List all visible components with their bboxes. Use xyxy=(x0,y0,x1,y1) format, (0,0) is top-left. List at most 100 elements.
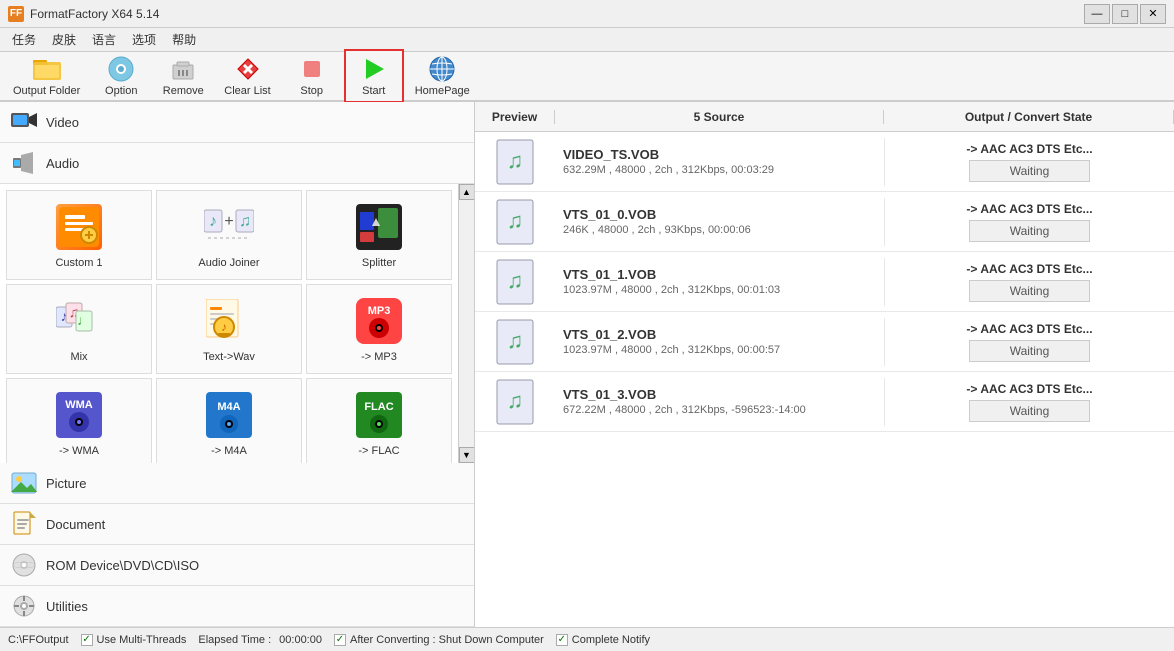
svg-text:WMA: WMA xyxy=(65,399,93,411)
category-utilities[interactable]: Utilities xyxy=(0,586,474,627)
multi-threads-item[interactable]: ✓ Use Multi-Threads xyxy=(81,634,187,646)
category-audio[interactable]: Audio xyxy=(0,143,474,184)
elapsed-label: Elapsed Time : xyxy=(198,634,271,646)
utilities-label: Utilities xyxy=(46,599,88,614)
table-row[interactable]: ♫ VTS_01_2.VOB 1023.97M , 48000 , 2ch , … xyxy=(475,312,1174,372)
scroll-down-button[interactable]: ▼ xyxy=(459,447,475,463)
waiting-button-0[interactable]: Waiting xyxy=(969,160,1091,182)
close-button[interactable]: ✕ xyxy=(1140,4,1166,24)
title-bar: FF FormatFactory X64 5.14 — □ ✕ xyxy=(0,0,1174,28)
custom-icon xyxy=(53,201,105,253)
menu-help[interactable]: 帮助 xyxy=(164,29,204,50)
svg-text:♫: ♫ xyxy=(507,388,524,413)
mix-label: Mix xyxy=(70,351,87,363)
table-row[interactable]: ♫ VIDEO_TS.VOB 632.29M , 48000 , 2ch , 3… xyxy=(475,132,1174,192)
svg-text:♫: ♫ xyxy=(507,268,524,293)
start-icon xyxy=(360,55,388,83)
toolbar: Output Folder Option Remove xyxy=(0,52,1174,102)
multi-threads-checkbox[interactable]: ✓ xyxy=(81,634,93,646)
app-title: FormatFactory X64 5.14 xyxy=(30,7,159,21)
right-header: Preview 5 Source Output / Convert State xyxy=(475,102,1174,132)
audio-label: Audio xyxy=(46,156,79,171)
minimize-button[interactable]: — xyxy=(1084,4,1110,24)
menu-tasks[interactable]: 任务 xyxy=(4,29,44,50)
folder-icon xyxy=(33,55,61,83)
output-path-item: C:\FFOutput xyxy=(8,634,69,646)
audio-joiner-label: Audio Joiner xyxy=(198,257,259,269)
flac-icon: FLAC xyxy=(353,389,405,441)
output-folder-button[interactable]: Output Folder xyxy=(4,50,89,102)
grid-item-to-wma[interactable]: WMA -> WMA xyxy=(6,378,152,463)
stop-button[interactable]: Stop xyxy=(282,50,342,102)
homepage-icon xyxy=(428,55,456,83)
file-info-3: VTS_01_2.VOB 1023.97M , 48000 , 2ch , 31… xyxy=(555,323,884,360)
category-rom[interactable]: ROM Device\DVD\CD\ISO xyxy=(0,545,474,586)
file-preview-2: ♫ xyxy=(475,258,555,306)
file-name-3: VTS_01_2.VOB xyxy=(563,327,876,342)
svg-text:MP3: MP3 xyxy=(368,305,391,317)
grid-item-to-mp3[interactable]: MP3 -> MP3 xyxy=(306,284,452,374)
file-preview-1: ♫ xyxy=(475,198,555,246)
grid-item-to-flac[interactable]: FLAC -> FLAC xyxy=(306,378,452,463)
document-label: Document xyxy=(46,517,105,532)
complete-notify-item[interactable]: ✓ Complete Notify xyxy=(556,634,650,646)
remove-button[interactable]: Remove xyxy=(153,50,213,102)
main-content: Video Audio xyxy=(0,102,1174,627)
homepage-button[interactable]: HomePage xyxy=(406,50,479,102)
grid-item-audio-joiner[interactable]: ♪ + ♫ Audio Joiner xyxy=(156,190,302,280)
audio-joiner-icon: ♪ + ♫ xyxy=(203,201,255,253)
table-row[interactable]: ♫ VTS_01_0.VOB 246K , 48000 , 2ch , 93Kb… xyxy=(475,192,1174,252)
elapsed-time-item: Elapsed Time : 00:00:00 xyxy=(198,634,322,646)
waiting-button-1[interactable]: Waiting xyxy=(969,220,1091,242)
menu-options[interactable]: 选项 xyxy=(124,29,164,50)
to-flac-label: -> FLAC xyxy=(358,445,399,457)
file-name-4: VTS_01_3.VOB xyxy=(563,387,876,402)
grid-item-custom[interactable]: Custom 1 xyxy=(6,190,152,280)
file-output-2: -> AAC AC3 DTS Etc... Waiting xyxy=(884,258,1174,306)
to-mp3-label: -> MP3 xyxy=(361,351,397,363)
file-info-1: VTS_01_0.VOB 246K , 48000 , 2ch , 93Kbps… xyxy=(555,203,884,240)
scroll-up-button[interactable]: ▲ xyxy=(459,184,475,200)
category-document[interactable]: Document xyxy=(0,504,474,545)
svg-text:♫: ♫ xyxy=(507,148,524,173)
file-info-2: VTS_01_1.VOB 1023.97M , 48000 , 2ch , 31… xyxy=(555,263,884,300)
table-row[interactable]: ♫ VTS_01_1.VOB 1023.97M , 48000 , 2ch , … xyxy=(475,252,1174,312)
category-video[interactable]: Video xyxy=(0,102,474,143)
mp3-icon: MP3 xyxy=(353,295,405,347)
category-picture[interactable]: Picture xyxy=(0,463,474,504)
source-header: 5 Source xyxy=(555,110,884,124)
right-panel: Preview 5 Source Output / Convert State … xyxy=(475,102,1174,627)
grid-item-text-wav[interactable]: ♪ Text->Wav xyxy=(156,284,302,374)
svg-text:♪: ♪ xyxy=(221,320,227,334)
rom-icon xyxy=(10,551,38,579)
custom-label: Custom 1 xyxy=(55,257,102,269)
option-button[interactable]: Option xyxy=(91,50,151,102)
complete-notify-checkbox[interactable]: ✓ xyxy=(556,634,568,646)
complete-notify-label: Complete Notify xyxy=(572,634,650,646)
mix-icon: ♪ ♫ ♩ xyxy=(53,295,105,347)
preview-header: Preview xyxy=(475,110,555,124)
homepage-label: HomePage xyxy=(415,85,470,97)
grid-item-splitter[interactable]: Splitter xyxy=(306,190,452,280)
maximize-button[interactable]: □ xyxy=(1112,4,1138,24)
svg-text:+: + xyxy=(224,213,233,230)
svg-text:FLAC: FLAC xyxy=(364,401,393,413)
after-converting-item[interactable]: ✓ After Converting : Shut Down Computer xyxy=(334,634,544,646)
grid-scrollbar: ▲ ▼ xyxy=(458,184,474,463)
output-format-3: -> AAC AC3 DTS Etc... xyxy=(966,322,1092,336)
grid-item-mix[interactable]: ♪ ♫ ♩ Mix xyxy=(6,284,152,374)
clear-list-button[interactable]: Clear List xyxy=(215,50,279,102)
output-folder-label: Output Folder xyxy=(13,85,80,97)
after-converting-checkbox[interactable]: ✓ xyxy=(334,634,346,646)
picture-icon xyxy=(10,469,38,497)
table-row[interactable]: ♫ VTS_01_3.VOB 672.22M , 48000 , 2ch , 3… xyxy=(475,372,1174,432)
text-wav-icon: ♪ xyxy=(203,295,255,347)
grid-item-to-m4a[interactable]: M4A -> M4A xyxy=(156,378,302,463)
start-button[interactable]: Start xyxy=(344,49,404,103)
waiting-button-4[interactable]: Waiting xyxy=(969,400,1091,422)
menu-language[interactable]: 语言 xyxy=(84,29,124,50)
waiting-button-3[interactable]: Waiting xyxy=(969,340,1091,362)
stop-icon xyxy=(298,55,326,83)
waiting-button-2[interactable]: Waiting xyxy=(969,280,1091,302)
menu-skin[interactable]: 皮肤 xyxy=(44,29,84,50)
